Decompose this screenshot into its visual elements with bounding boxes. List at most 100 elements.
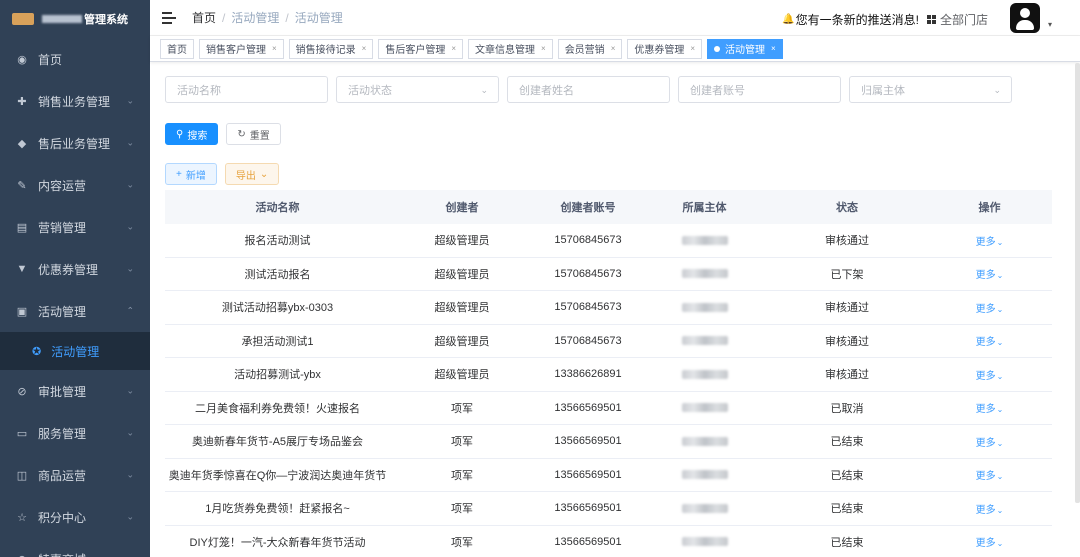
scrollbar[interactable] [1075,63,1080,503]
sidebar-item-2[interactable]: ◆ 售后业务管理 ⌄ [0,122,150,164]
creator-account-input[interactable]: 创建者账号 [678,76,841,103]
close-icon[interactable]: × [611,44,616,53]
activity-name-placeholder: 活动名称 [177,84,221,97]
logo[interactable]: 管理系统 [0,0,150,38]
search-button[interactable]: ⚲ 搜索 [165,123,219,145]
table-row: 二月美食福利券免费领！火速报名 项军 13566569501 已取消 更多⌄ [165,392,1052,425]
close-icon[interactable]: × [690,44,695,53]
more-dropdown[interactable]: 更多⌄ [976,538,1004,549]
plus-icon: + [176,168,182,180]
close-icon[interactable]: × [272,44,277,53]
logo-icon [12,13,34,25]
tab-tag[interactable]: 活动管理 × [707,38,783,59]
creator-name-input[interactable]: 创建者姓名 [507,76,670,103]
breadcrumb-home[interactable]: 首页 [192,9,216,26]
chevron-icon: ⌃ [126,305,134,316]
owner-select[interactable]: 归属主体 ⌄ [849,76,1012,103]
cell-activity-name: 奥迪新春年货节-A5展厅专场品鉴会 [191,436,364,449]
activity-status-select[interactable]: 活动状态 ⌄ [336,76,499,103]
sidebar-item-1[interactable]: ✚ 销售业务管理 ⌄ [0,80,150,122]
cell-owner [642,335,767,347]
active-dot-icon [714,45,721,52]
sidebar-item-3[interactable]: ☆ 积分中心 ⌄ [0,496,150,538]
sidebar-item-5[interactable]: ▼ 优惠券管理 ⌄ [0,248,150,290]
more-label: 更多 [975,404,996,416]
push-notice[interactable]: 🔔 您有一条新的推送消息! 全部门店 [782,11,988,28]
cell-owner [642,368,767,380]
tab-tag[interactable]: 售后客户管理 × [378,38,464,59]
cell-activity-name: 测试活动招募ybx-0303 [221,302,334,315]
column-header: 状态 [836,202,858,214]
activity-status-placeholder: 活动状态 [348,84,392,97]
cell-account: 13386626891 [554,368,622,381]
activity-icon: ▣ [16,305,28,318]
cell-status: 审核通过 [825,335,869,348]
more-dropdown[interactable]: 更多⌄ [976,237,1004,248]
reset-button[interactable]: ↻ 重置 [226,123,281,145]
more-label: 更多 [975,270,996,282]
close-icon[interactable]: × [451,44,456,53]
close-icon[interactable]: × [362,44,367,53]
add-button-label: 新增 [185,170,206,182]
more-dropdown[interactable]: 更多⌄ [976,337,1004,348]
sidebar-item-0[interactable]: ⊘ 审批管理 ⌄ [0,370,150,412]
export-button[interactable]: 导出 ⌄ [224,163,280,185]
more-dropdown[interactable]: 更多⌄ [976,404,1004,415]
store-selector[interactable]: 全部门店 [926,11,988,28]
tab-tag[interactable]: 首页 [160,38,194,59]
column-header: 活动名称 [255,202,300,214]
sidebar-item-3[interactable]: ✎ 内容运营 ⌄ [0,164,150,206]
submenu-item-activity-management[interactable]: ✪ 活动管理 [0,332,150,370]
table-row: DIY灯笼！一汽-大众新春年货节活动 项军 13566569501 已结束 更多⌄ [165,526,1052,557]
close-icon[interactable]: × [771,44,776,53]
more-dropdown[interactable]: 更多⌄ [976,371,1004,382]
chevron-icon: ⌄ [126,221,134,232]
chevron-icon: ⌄ [126,511,134,522]
cell-activity-name: 二月美食福利券免费领！火速报名 [195,402,360,415]
system-title: 管理系统 [84,14,128,26]
cell-status: 已结束 [830,436,864,449]
more-dropdown[interactable]: 更多⌄ [976,438,1004,449]
cell-creator: 超级管理员 [434,235,490,248]
sidebar-item-1[interactable]: ▭ 服务管理 ⌄ [0,412,150,454]
approval-icon: ⊘ [17,385,27,398]
sidebar-item-4[interactable]: ▤ 营销管理 ⌄ [0,206,150,248]
add-button[interactable]: + 新增 [165,163,217,185]
more-dropdown[interactable]: 更多⌄ [976,304,1004,315]
cell-owner [642,402,767,414]
tab-tag[interactable]: 优惠券管理 × [627,38,703,59]
cell-actions: 更多⌄ [927,434,1052,449]
app: 管理系统 ◉ 首页 ✚ 销售业务管理 ⌄ ◆ 售后业务管理 ⌄ ✎ 内容运营 ⌄ ▤ 营销管理 ⌄ ▼ 优惠券… [0,0,1080,557]
cell-actions: 更多⌄ [927,400,1052,415]
cell-creator: 超级管理员 [434,302,490,315]
tab-tag[interactable]: 销售客户管理 × [199,38,284,59]
cell-status: 已下架 [830,268,864,281]
breadcrumb-separator: / [285,10,289,25]
cell-account: 15706845673 [554,301,622,314]
cell-account: 13566569501 [554,535,622,548]
hamburger-icon[interactable] [162,11,176,24]
activity-name-input[interactable]: 活动名称 [165,76,328,103]
close-icon[interactable]: × [541,44,546,53]
tab-tag[interactable]: 文章信息管理 × [468,38,553,59]
sidebar-item-4[interactable]: ⊖ 特惠商城 ⌄ [0,538,150,557]
more-dropdown[interactable]: 更多⌄ [976,471,1004,482]
sidebar-item-label: 活动管理 [38,304,87,319]
avatar[interactable] [1010,3,1040,33]
sidebar-item-0[interactable]: ◉ 首页 [0,38,150,80]
more-label: 更多 [975,370,996,382]
owner-placeholder: 归属主体 [861,84,905,97]
tab-tag[interactable]: 销售接待记录 × [288,38,374,59]
sidebar-item-2[interactable]: ◫ 商品运营 ⌄ [0,454,150,496]
navbar: 首页 / 活动管理 / 活动管理 🔔 您有一条新的推送消息! 全部门店 ▾ [150,0,1080,36]
cell-creator: 项军 [451,536,473,549]
sidebar: 管理系统 ◉ 首页 ✚ 销售业务管理 ⌄ ◆ 售后业务管理 ⌄ ✎ 内容运营 ⌄ ▤ 营销管理 ⌄ ▼ 优惠券… [0,0,150,557]
caret-down-icon[interactable]: ▾ [1048,20,1052,29]
more-dropdown[interactable]: 更多⌄ [976,505,1004,516]
sidebar-item-6[interactable]: ▣ 活动管理 ⌃ [0,290,150,332]
tab-tag[interactable]: 会员营销 × [557,38,623,59]
more-dropdown[interactable]: 更多⌄ [976,270,1004,281]
tags-view: 首页 销售客户管理 × 销售接待记录 × 售后客户管理 × 文章信息管理 × 会员营销 × 优惠券管理… [150,36,1080,62]
tab-tag-label: 售后客户管理 [385,45,446,56]
chevron-down-icon: ⌄ [996,338,1004,348]
